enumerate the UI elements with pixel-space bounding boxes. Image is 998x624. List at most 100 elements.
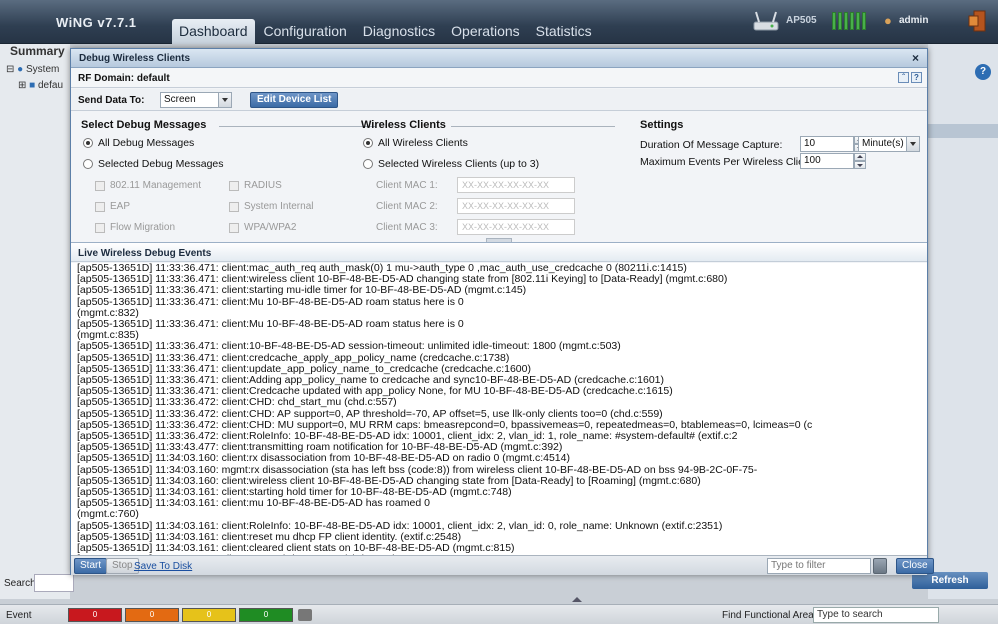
tree-item-default[interactable]: ⊞ ■ defau: [18, 80, 63, 91]
help-icon[interactable]: ?: [975, 64, 991, 80]
option-radius[interactable]: RADIUS: [229, 180, 282, 191]
start-button[interactable]: Start: [74, 558, 108, 574]
speaker-icon[interactable]: [298, 609, 312, 621]
checkbox-icon[interactable]: [95, 222, 105, 233]
send-data-label: Send Data To:: [78, 95, 145, 106]
tab-operations[interactable]: Operations: [444, 19, 526, 44]
logout-icon[interactable]: [968, 10, 988, 32]
edit-device-list-button[interactable]: Edit Device List: [250, 92, 339, 108]
access-point-icon: [753, 11, 779, 31]
filter-input[interactable]: Type to filter: [767, 558, 871, 574]
selected-wireless-clients-radio[interactable]: Selected Wireless Clients (up to 3): [363, 158, 539, 170]
tab-diagnostics[interactable]: Diagnostics: [356, 19, 442, 44]
log-line: [ap505-13651D] 11:33:36.471: client:star…: [77, 285, 527, 297]
log-line: [ap505-13651D] 11:34:03.161: client:Role…: [77, 520, 723, 532]
radio-selected-icon[interactable]: [363, 138, 373, 148]
chevron-down-icon[interactable]: [906, 137, 919, 151]
left-panel: [0, 44, 70, 599]
client-mac-3-label: Client MAC 3:: [376, 222, 438, 233]
collapse-arrow-icon[interactable]: [572, 597, 582, 602]
tree-expand-icon[interactable]: ⊟: [6, 64, 14, 75]
client-mac-1-input[interactable]: XX-XX-XX-XX-XX-XX: [457, 177, 575, 193]
live-events-log[interactable]: [ap505-13651D] 11:33:36.471: client:mac_…: [71, 263, 927, 555]
send-data-bar: Send Data To: Screen Edit Device List: [71, 89, 927, 111]
checkbox-icon[interactable]: [229, 180, 239, 191]
send-data-select[interactable]: Screen: [160, 92, 232, 108]
rf-domain-bar: RF Domain: default ˆ ?: [71, 68, 927, 88]
tab-configuration[interactable]: Configuration: [257, 19, 354, 44]
find-functional-area-label: Find Functional Area: [722, 610, 814, 621]
severity-info-count[interactable]: 0: [239, 608, 293, 622]
max-events-label: Maximum Events Per Wireless Client:: [640, 156, 816, 168]
debug-settings-area: Select Debug Messages All Debug Messages…: [71, 112, 927, 243]
client-mac-3-input[interactable]: XX-XX-XX-XX-XX-XX: [457, 219, 575, 235]
radio-icon[interactable]: [83, 159, 93, 169]
all-debug-messages-radio[interactable]: All Debug Messages: [83, 137, 194, 149]
severity-warning-count[interactable]: 0: [182, 608, 236, 622]
stepper-down-icon[interactable]: [854, 161, 866, 169]
debug-wireless-clients-dialog: Debug Wireless Clients × RF Domain: defa…: [70, 48, 934, 575]
filter-search-icon[interactable]: [873, 558, 887, 574]
log-line: [ap505-13651D] 11:34:03.160: mgmt:rx dis…: [77, 464, 758, 476]
help-icon[interactable]: ?: [911, 72, 922, 83]
option-eap[interactable]: EAP: [95, 201, 130, 212]
main-nav: Dashboard Configuration Diagnostics Oper…: [172, 19, 601, 44]
radio-selected-icon[interactable]: [83, 138, 93, 148]
checkbox-icon[interactable]: [229, 222, 239, 233]
log-line: [ap505-13651D] 11:34:03.161: client:rese…: [77, 531, 462, 543]
dialog-titlebar: Debug Wireless Clients ×: [71, 49, 927, 68]
log-line: [ap505-13651D] 11:33:36.471: client:mac_…: [77, 263, 687, 274]
all-wireless-clients-radio[interactable]: All Wireless Clients: [363, 137, 468, 149]
selected-debug-messages-radio[interactable]: Selected Debug Messages: [83, 158, 224, 170]
user-label[interactable]: admin: [899, 15, 928, 26]
log-line: [ap505-13651D] 11:33:36.471: client:Cred…: [77, 386, 673, 398]
close-icon[interactable]: ×: [912, 51, 919, 65]
duration-stepper[interactable]: 10: [800, 136, 866, 152]
option-wpa-wpa2[interactable]: WPA/WPA2: [229, 222, 296, 233]
wireless-clients-title: Wireless Clients: [361, 119, 446, 131]
log-line: [ap505-13651D] 11:34:03.161: client:clea…: [77, 543, 515, 555]
client-mac-1-label: Client MAC 1:: [376, 180, 438, 191]
checkbox-icon[interactable]: [95, 201, 105, 212]
log-line: [ap505-13651D] 11:33:36.471: client:cred…: [77, 352, 510, 364]
log-line: [ap505-13651D] 11:33:36.472: client:CHD:…: [77, 408, 663, 420]
save-to-disk-link[interactable]: Save To Disk: [134, 561, 192, 572]
log-line: [ap505-13651D] 11:34:03.160: client:rx d…: [77, 453, 570, 465]
rf-domain-label: RF Domain: default: [78, 73, 170, 84]
select-debug-title: Select Debug Messages: [81, 119, 207, 131]
radio-icon[interactable]: [363, 159, 373, 169]
search-label: Search: [4, 578, 36, 589]
log-line: (mgmt.c:760): [77, 509, 139, 521]
log-line: [ap505-13651D] 11:33:36.471: client:upda…: [77, 363, 531, 375]
divider: [451, 126, 615, 127]
option-flow-migration[interactable]: Flow Migration: [95, 222, 175, 233]
severity-critical-count[interactable]: 0: [68, 608, 122, 622]
live-events-header: Live Wireless Debug Events: [71, 242, 927, 262]
log-line: [ap505-13651D] 11:33:36.472: client:Role…: [77, 431, 738, 443]
close-button[interactable]: Close: [896, 558, 934, 574]
find-functional-area-input[interactable]: Type to search: [813, 607, 939, 623]
severity-error-count[interactable]: 0: [125, 608, 179, 622]
top-bar: WiNG v7.7.1 Dashboard Configuration Diag…: [0, 0, 998, 44]
duration-unit-select[interactable]: Minute(s): [858, 136, 920, 152]
log-line: [ap505-13651D] 11:34:03.161: client:mu 1…: [77, 498, 430, 510]
stepper-up-icon[interactable]: [854, 153, 866, 161]
status-bar: Event 0 0 0 0 Find Functional Area Type …: [0, 604, 998, 624]
chevron-down-icon[interactable]: [218, 93, 231, 107]
tab-statistics[interactable]: Statistics: [529, 19, 599, 44]
dialog-title: Debug Wireless Clients: [79, 53, 191, 64]
tree-expand-icon[interactable]: ⊞: [18, 80, 26, 91]
tab-dashboard[interactable]: Dashboard: [172, 19, 255, 44]
client-mac-2-input[interactable]: XX-XX-XX-XX-XX-XX: [457, 198, 575, 214]
max-events-stepper[interactable]: 100: [800, 153, 866, 169]
checkbox-icon[interactable]: [229, 201, 239, 212]
search-input[interactable]: [34, 574, 74, 592]
duration-label: Duration Of Message Capture:: [640, 139, 783, 151]
option-system-internal[interactable]: System Internal: [229, 201, 313, 212]
tree-item-system[interactable]: ⊟ ● System: [6, 64, 59, 75]
checkbox-icon[interactable]: [95, 180, 105, 191]
log-line: [ap505-13651D] 11:33:36.472: client:CHD:…: [77, 419, 813, 431]
event-label: Event: [6, 610, 32, 621]
option-80211-management[interactable]: 802.11 Management: [95, 180, 201, 191]
collapse-up-icon[interactable]: ˆ: [898, 72, 909, 83]
